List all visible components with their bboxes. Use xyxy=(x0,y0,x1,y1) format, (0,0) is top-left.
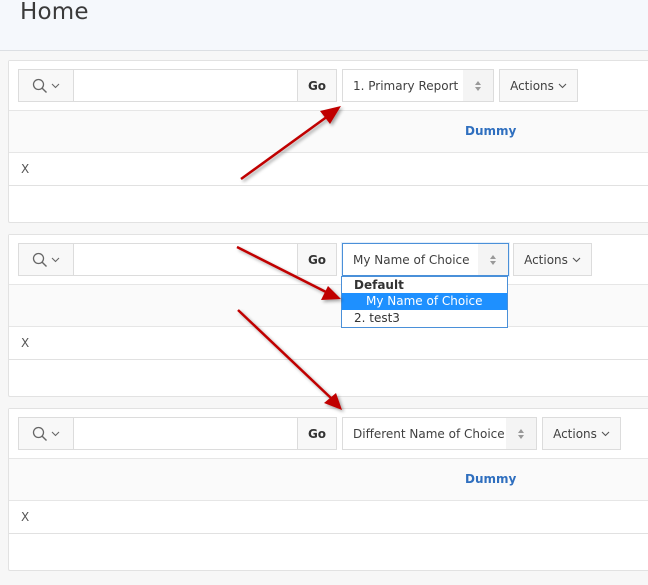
go-button[interactable]: Go xyxy=(297,244,336,275)
page-header: Home xyxy=(0,0,648,51)
column-header-row xyxy=(9,285,648,327)
saved-report-select[interactable]: Different Name of Choice xyxy=(342,417,537,450)
page-title: Home xyxy=(20,0,89,25)
table-cell: X xyxy=(21,336,30,350)
actions-menu-button[interactable]: Actions xyxy=(542,417,621,450)
column-header-row: Dummy xyxy=(9,459,648,501)
saved-report-dropdown-list: Default My Name of Choice 2. test3 xyxy=(341,276,508,328)
chevron-down-icon xyxy=(558,83,567,88)
go-button[interactable]: Go xyxy=(297,418,336,449)
go-button[interactable]: Go xyxy=(297,70,336,101)
select-updown-icon xyxy=(478,244,508,275)
column-header-dummy[interactable]: Dummy xyxy=(465,472,516,486)
table-row: X xyxy=(9,153,648,186)
interactive-report-region-1: Go 1. Primary Report Actions Dummy X xyxy=(8,60,648,223)
saved-report-select-value: 1. Primary Report xyxy=(353,78,459,93)
saved-report-select[interactable]: My Name of Choice xyxy=(342,243,509,276)
saved-report-select-value: Different Name of Choice xyxy=(353,426,505,441)
search-column-menu-button[interactable] xyxy=(19,418,74,449)
search-input[interactable] xyxy=(74,70,297,101)
column-header-dummy[interactable]: Dummy xyxy=(465,124,516,138)
chevron-down-icon xyxy=(601,431,610,436)
select-updown-icon xyxy=(463,70,493,101)
select-updown-icon xyxy=(506,418,536,449)
search-bar: Go xyxy=(18,417,337,450)
actions-menu-button[interactable]: Actions xyxy=(513,243,592,276)
chevron-down-icon xyxy=(51,83,60,88)
table-cell: X xyxy=(21,510,30,524)
dropdown-option[interactable]: 2. test3 xyxy=(342,310,507,327)
search-bar: Go xyxy=(18,243,337,276)
table-row: X xyxy=(9,501,648,534)
chevron-down-icon xyxy=(51,431,60,436)
table-row: X xyxy=(9,327,648,360)
dropdown-option-selected[interactable]: My Name of Choice xyxy=(342,293,507,310)
actions-label: Actions xyxy=(553,426,597,441)
search-input[interactable] xyxy=(74,418,297,449)
column-header-row: Dummy xyxy=(9,111,648,153)
search-icon xyxy=(32,252,47,267)
saved-report-select[interactable]: 1. Primary Report xyxy=(342,69,494,102)
search-icon xyxy=(32,78,47,93)
dropdown-group-label: Default xyxy=(354,278,404,292)
actions-label: Actions xyxy=(510,78,554,93)
search-icon xyxy=(32,426,47,441)
search-input[interactable] xyxy=(74,244,297,275)
interactive-report-region-3: Go Different Name of Choice Actions Dumm… xyxy=(8,408,648,571)
chevron-down-icon xyxy=(51,257,60,262)
actions-label: Actions xyxy=(524,252,568,267)
actions-menu-button[interactable]: Actions xyxy=(499,69,578,102)
table-cell: X xyxy=(21,162,30,176)
report-toolbar: Go 1. Primary Report Actions xyxy=(9,61,648,111)
chevron-down-icon xyxy=(572,257,581,262)
report-toolbar: Go Different Name of Choice Actions xyxy=(9,409,648,459)
search-column-menu-button[interactable] xyxy=(19,244,74,275)
report-toolbar: Go My Name of Choice Actions xyxy=(9,235,648,285)
interactive-report-region-2: Go My Name of Choice Actions X xyxy=(8,234,648,397)
saved-report-select-value: My Name of Choice xyxy=(353,252,470,267)
search-bar: Go xyxy=(18,69,337,102)
search-column-menu-button[interactable] xyxy=(19,70,74,101)
